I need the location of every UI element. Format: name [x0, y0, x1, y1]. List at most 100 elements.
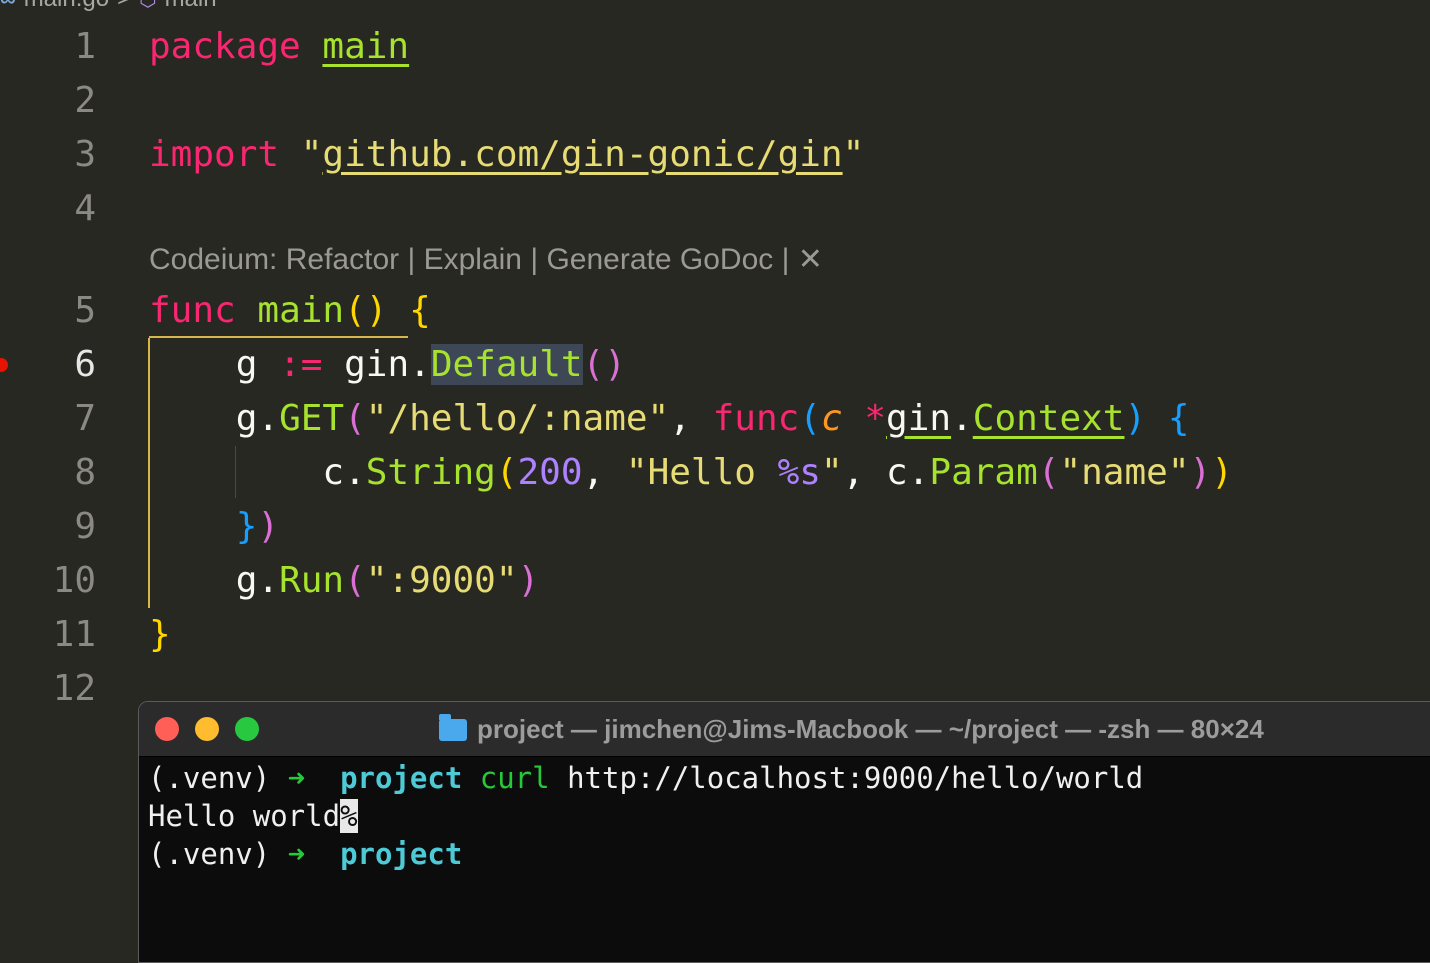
terminal-line[interactable]: Hello world%	[148, 797, 358, 835]
code-line-8[interactable]: c.String(200, "Hello %s", c.Param("name"…	[149, 446, 1233, 500]
string-literal: "	[820, 452, 843, 493]
parameter: c	[820, 398, 843, 439]
punctuation: ,	[842, 452, 865, 493]
prompt-directory: project	[340, 837, 463, 871]
line-number: 5	[74, 290, 96, 331]
keyword: import	[149, 134, 280, 175]
package-name: main	[322, 26, 410, 67]
codeium-codelens: Codeium: Refactor | Explain | Generate G…	[149, 243, 823, 276]
prompt-arrow-icon: ➜	[287, 761, 306, 795]
command-output: Hello world	[148, 799, 341, 833]
code-line-6[interactable]: g := gin.Default()	[149, 338, 626, 392]
package-ref: gin	[886, 398, 952, 439]
line-number: 3	[74, 134, 96, 175]
identifier: gin.	[344, 344, 431, 385]
bracket: (	[344, 398, 366, 439]
punctuation: .	[951, 398, 973, 439]
bracket: )	[257, 506, 280, 547]
bracket: (	[1037, 452, 1060, 493]
bracket: ()	[582, 344, 626, 385]
terminal-window[interactable]: project — jimchen@Jims-Macbook — ~/proje…	[138, 701, 1430, 963]
codelens-prefix: Codeium:	[149, 243, 286, 276]
function-call: Param	[929, 452, 1038, 493]
bracket: (	[495, 452, 518, 493]
codelens-generate-godoc[interactable]: Generate GoDoc	[546, 243, 773, 276]
cube-symbol-icon: ⬡	[139, 0, 156, 12]
code-line-11[interactable]: }	[149, 608, 171, 662]
minimize-window-button[interactable]	[195, 717, 219, 741]
codelens-explain[interactable]: Explain	[424, 243, 522, 276]
prompt-directory: project	[340, 761, 463, 795]
codelens-separator: |	[399, 243, 424, 276]
close-window-button[interactable]	[155, 717, 179, 741]
terminal-title-text: project — jimchen@Jims-Macbook — ~/proje…	[477, 714, 1264, 744]
terminal-line[interactable]: (.venv) ➜ project curl http://localhost:…	[148, 759, 1143, 797]
function-call: GET	[279, 398, 345, 439]
identifier: g	[235, 344, 258, 385]
bracket: {	[1167, 398, 1190, 439]
function-call-highlighted: Default	[430, 344, 583, 385]
terminal-title: project — jimchen@Jims-Macbook — ~/proje…	[439, 702, 1264, 756]
bracket: )	[1211, 452, 1233, 493]
string-quote: "	[842, 134, 865, 175]
command-args: http://localhost:9000/hello/world	[567, 761, 1144, 795]
bracket: {	[409, 290, 431, 331]
import-path-link[interactable]: github.com/gin-gonic/gin	[322, 134, 842, 175]
code-line-7[interactable]: g.GET("/hello/:name", func(c *gin.Contex…	[149, 392, 1190, 446]
keyword: package	[149, 26, 301, 67]
number-literal: 200	[517, 452, 583, 493]
string-literal: "/hello/:name"	[365, 398, 670, 439]
string-literal: "Hello	[625, 452, 778, 493]
venv-label: (.venv)	[148, 761, 271, 795]
identifier: g.	[235, 560, 280, 601]
keyword: func	[712, 398, 800, 439]
bracket: }	[149, 614, 171, 655]
bracket: (	[344, 560, 366, 601]
codelens-refactor[interactable]: Refactor	[286, 243, 399, 276]
line-number-active: 6	[74, 344, 96, 385]
close-icon[interactable]: ✕	[798, 243, 823, 276]
codelens-separator: |	[522, 243, 547, 276]
breadcrumb-symbol[interactable]: main	[165, 0, 217, 13]
go-file-icon: ∞	[0, 0, 16, 12]
breadcrumb-file[interactable]: main.go	[24, 0, 109, 13]
string-literal: ":9000"	[365, 560, 518, 601]
code-line-5[interactable]: func main() {	[149, 284, 431, 338]
bracket: (	[799, 398, 821, 439]
zoom-window-button[interactable]	[235, 717, 259, 741]
punctuation: ,	[669, 398, 691, 439]
type-name: Context	[972, 398, 1125, 439]
format-verb: %s	[777, 452, 821, 493]
bracket: }	[235, 506, 258, 547]
terminal-line[interactable]: (.venv) ➜ project	[148, 835, 462, 873]
code-line-1[interactable]: package main	[149, 20, 409, 74]
identifier: g.	[235, 398, 280, 439]
prompt-arrow-icon: ➜	[287, 837, 306, 871]
string-literal: "name"	[1059, 452, 1190, 493]
operator: :=	[279, 344, 323, 385]
function-call: String	[365, 452, 496, 493]
line-number: 8	[74, 452, 96, 493]
keyword: func	[149, 290, 236, 331]
line-number: 7	[74, 398, 96, 439]
function-call: Run	[279, 560, 345, 601]
bracket: )	[1189, 452, 1212, 493]
code-line-3[interactable]: import "github.com/gin-gonic/gin"	[149, 128, 864, 182]
line-number: 11	[52, 614, 96, 655]
folder-icon	[439, 714, 467, 741]
line-number: 1	[74, 26, 96, 67]
breadcrumb: ∞ main.go > ⬡ main	[0, 0, 217, 12]
code-line-9[interactable]: })	[149, 500, 279, 554]
function-name: main	[257, 290, 345, 331]
command-name: curl	[479, 761, 550, 795]
line-number: 9	[74, 506, 96, 547]
line-number: 2	[74, 80, 96, 121]
code-line-10[interactable]: g.Run(":9000")	[149, 554, 539, 608]
no-newline-marker: %	[340, 799, 358, 833]
breadcrumb-separator: >	[117, 0, 131, 13]
line-number: 12	[52, 668, 96, 709]
terminal-titlebar[interactable]: project — jimchen@Jims-Macbook — ~/proje…	[139, 702, 1430, 757]
punctuation: ,	[582, 452, 605, 493]
operator: *	[864, 398, 887, 439]
bracket: )	[517, 560, 540, 601]
